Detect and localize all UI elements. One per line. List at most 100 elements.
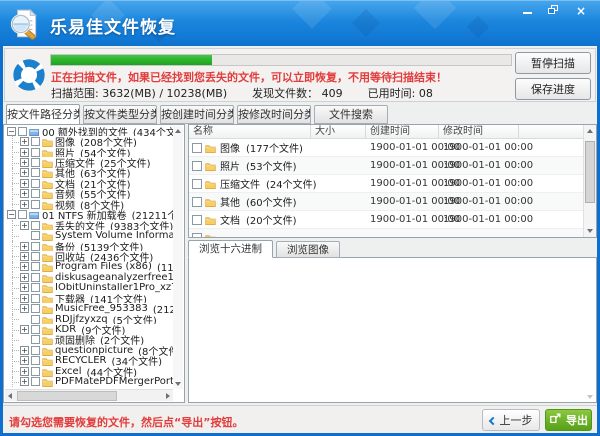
save-progress-button[interactable]: 保存进度 <box>515 78 591 100</box>
tree-vertical-scrollbar[interactable] <box>173 126 183 389</box>
checkbox[interactable] <box>31 231 40 240</box>
expand-icon[interactable]: + <box>20 137 29 146</box>
checkbox[interactable] <box>192 197 202 207</box>
expand-icon[interactable]: + <box>20 252 29 261</box>
table-vertical-scrollbar[interactable] <box>583 125 596 237</box>
tree-item[interactable]: +丢失的文件(9383个文件) <box>5 220 173 230</box>
tree-item[interactable]: +diskusageanalyzerfree19(23个 <box>5 272 173 282</box>
tree-item[interactable]: −01 NTFS 新加载卷(21211个文件 <box>5 210 173 220</box>
expand-icon[interactable]: + <box>20 158 29 167</box>
table-row[interactable]: 其他(60个文件)1900-01-01 00:001900-01-01 00:0… <box>189 193 583 211</box>
expand-icon[interactable]: + <box>20 283 29 292</box>
checkbox[interactable] <box>31 252 40 261</box>
tab-by-modify-time[interactable]: 按修改时间分类 <box>237 105 311 124</box>
tree-item[interactable]: +KDR(9个文件) <box>5 324 173 334</box>
tree-horizontal-scrollbar[interactable] <box>5 389 173 401</box>
pause-scan-button[interactable]: 暂停扫描 <box>515 52 591 74</box>
tab-browse-hex[interactable]: 浏览十六进制 <box>188 240 273 258</box>
tree-item[interactable]: +文档(21个文件) <box>5 178 173 188</box>
collapse-icon[interactable]: − <box>7 210 16 219</box>
checkbox[interactable] <box>31 168 40 177</box>
tab-by-file-path[interactable]: 按文件路径分类 <box>6 104 80 124</box>
checkbox[interactable] <box>192 233 202 238</box>
expand-icon[interactable]: + <box>20 294 29 303</box>
checkbox[interactable] <box>31 137 40 146</box>
tree-item[interactable]: +MusicFree_953383(2121个文 <box>5 303 173 313</box>
tree-item[interactable]: +PDFMatePDFMergerPortable(1 <box>5 377 173 387</box>
column-modified[interactable]: 修改时间 <box>439 125 519 138</box>
checkbox[interactable] <box>31 179 40 188</box>
expand-icon[interactable]: + <box>20 346 29 355</box>
tree-item[interactable]: −00 额外找到的文件(434个文件) <box>5 126 173 136</box>
tree-item[interactable]: +下载器(141个文件) <box>5 293 173 303</box>
expand-icon[interactable]: + <box>20 242 29 251</box>
tree-item[interactable]: +图像(208个文件) <box>5 136 173 146</box>
checkbox[interactable] <box>31 315 40 324</box>
tree-item[interactable]: +视频(8个文件) <box>5 199 173 209</box>
checkbox[interactable] <box>31 346 40 355</box>
table-row[interactable]: 图像(177个文件)1900-01-01 00:001900-01-01 00:… <box>189 139 583 157</box>
checkbox[interactable] <box>192 161 202 171</box>
column-name[interactable]: 名称 <box>189 125 311 138</box>
expand-icon[interactable]: + <box>20 377 29 386</box>
expand-icon[interactable]: + <box>20 356 29 365</box>
checkbox[interactable] <box>31 367 40 376</box>
checkbox[interactable] <box>31 148 40 157</box>
close-button[interactable]: × <box>574 4 588 17</box>
checkbox[interactable] <box>31 158 40 167</box>
table-row[interactable] <box>189 229 583 237</box>
checkbox[interactable] <box>31 335 40 344</box>
expand-icon[interactable]: + <box>20 367 29 376</box>
column-created[interactable]: 创建时间 <box>366 125 439 138</box>
tree-item[interactable]: +回收站(2436个文件) <box>5 251 173 261</box>
checkbox[interactable] <box>31 356 40 365</box>
expand-icon[interactable]: + <box>20 200 29 209</box>
checkbox[interactable] <box>31 294 40 303</box>
expand-icon[interactable]: + <box>20 221 29 230</box>
column-size[interactable]: 大小 <box>311 125 366 138</box>
tree-item[interactable]: +RECYCLER(34个文件) <box>5 356 173 366</box>
table-row[interactable]: 文档(20个文件)1900-01-01 00:001900-01-01 00:0… <box>189 211 583 229</box>
collapse-icon[interactable]: − <box>7 127 16 136</box>
expand-icon[interactable]: + <box>20 189 29 198</box>
checkbox[interactable] <box>31 221 40 230</box>
checkbox[interactable] <box>31 377 40 386</box>
checkbox[interactable] <box>31 189 40 198</box>
tree-item[interactable]: +音频(55个文件) <box>5 189 173 199</box>
checkbox[interactable] <box>18 127 27 136</box>
checkbox[interactable] <box>31 283 40 292</box>
tree-item[interactable]: +备份(5139个文件) <box>5 241 173 251</box>
tree-item[interactable]: +Program Files (x86)(11个文件) <box>5 262 173 272</box>
export-button[interactable]: 导出 <box>545 409 592 431</box>
checkbox[interactable] <box>31 262 40 271</box>
expand-icon[interactable]: + <box>20 148 29 157</box>
tab-browse-image[interactable]: 浏览图像 <box>276 241 340 258</box>
expand-icon[interactable]: + <box>20 304 29 313</box>
checkbox[interactable] <box>31 304 40 313</box>
tree-item[interactable]: +照片(54个文件) <box>5 147 173 157</box>
minimize-button[interactable] <box>520 4 534 17</box>
table-row[interactable]: 压缩文件(24个文件)1900-01-01 00:001900-01-01 00… <box>189 175 583 193</box>
tree-item[interactable]: +压缩文件(25个文件) <box>5 157 173 167</box>
tree-item[interactable]: RDJjfzyxzq(5个文件) <box>5 314 173 324</box>
checkbox[interactable] <box>192 143 202 153</box>
tree-item[interactable]: 顽固删除(2个文件) <box>5 335 173 345</box>
checkbox[interactable] <box>31 325 40 334</box>
table-row[interactable]: 照片(53个文件)1900-01-01 00:001900-01-01 00:0… <box>189 157 583 175</box>
checkbox[interactable] <box>31 273 40 282</box>
tree-item[interactable]: System Volume Information(8个 <box>5 230 173 240</box>
tree-item[interactable]: +其他(63个文件) <box>5 168 173 178</box>
expand-icon[interactable]: + <box>20 168 29 177</box>
checkbox[interactable] <box>192 215 202 225</box>
tab-by-create-time[interactable]: 按创建时间分类 <box>160 105 234 124</box>
expand-icon[interactable]: + <box>20 179 29 188</box>
expand-icon[interactable]: + <box>20 262 29 271</box>
checkbox[interactable] <box>31 200 40 209</box>
tab-by-file-type[interactable]: 按文件类型分类 <box>83 105 157 124</box>
scrollbar-thumb[interactable] <box>585 141 595 203</box>
checkbox[interactable] <box>31 242 40 251</box>
scrollbar-thumb[interactable] <box>17 391 117 401</box>
expand-icon[interactable]: + <box>20 325 29 334</box>
restore-button[interactable] <box>547 4 561 17</box>
checkbox[interactable] <box>192 179 202 189</box>
